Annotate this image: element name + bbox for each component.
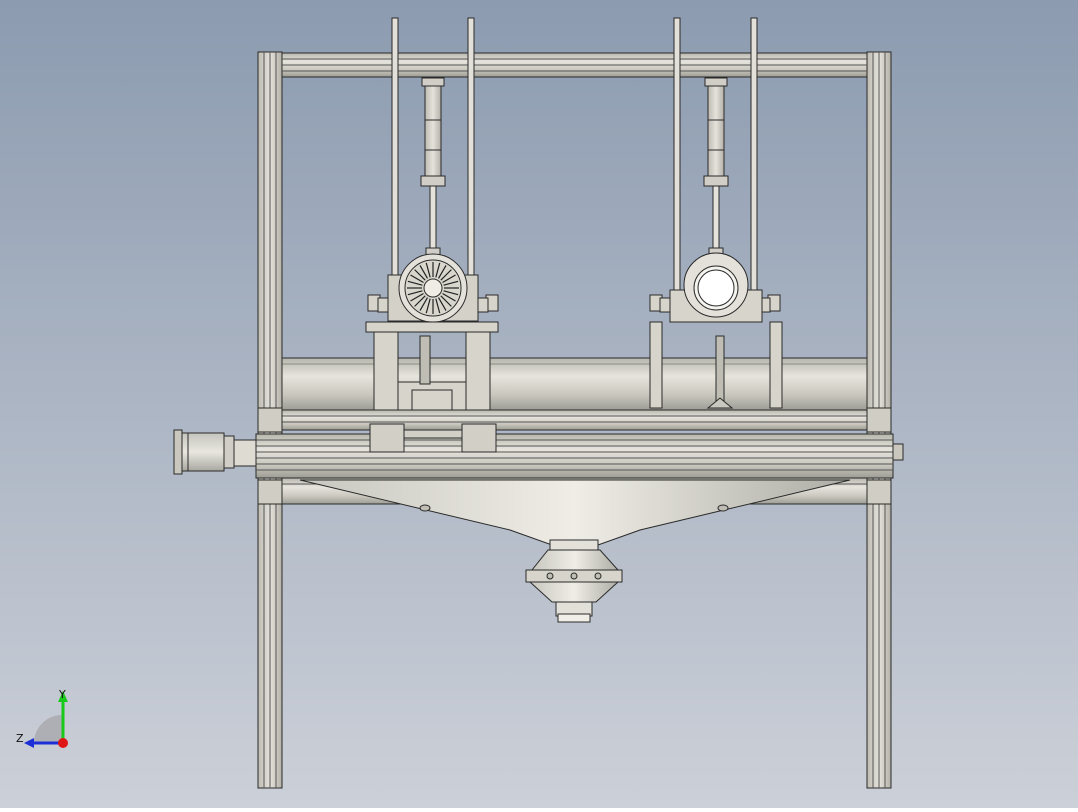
x-axis-dot [58, 738, 68, 748]
z-axis-arrow-head [24, 738, 34, 748]
cad-3d-viewport[interactable]: Y Z [0, 0, 1078, 808]
y-axis-label: Y [59, 688, 66, 701]
triad-arc [34, 715, 62, 743]
assembly-drawing [0, 0, 1078, 808]
z-axis-label: Z [16, 732, 24, 745]
frame-beam-top[interactable] [281, 52, 868, 78]
end-cap-right[interactable] [892, 443, 904, 461]
